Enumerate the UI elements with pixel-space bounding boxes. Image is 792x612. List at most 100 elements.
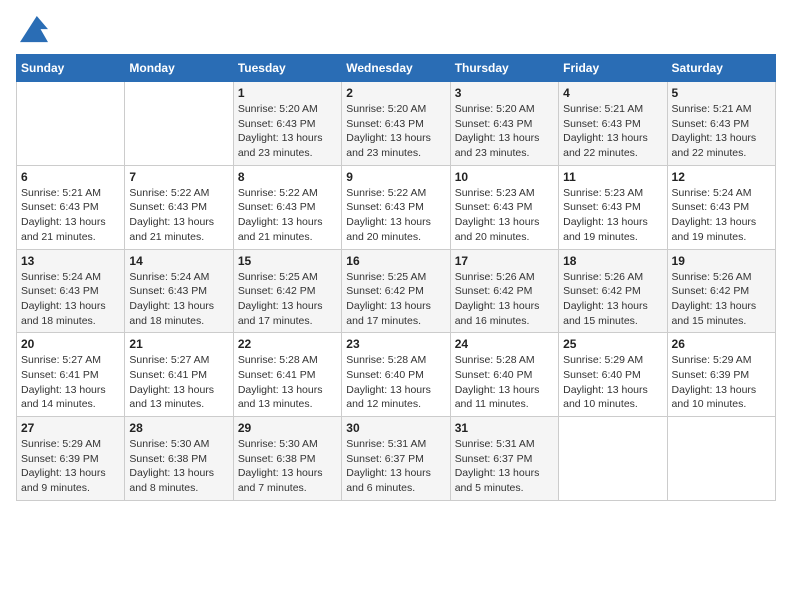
day-number: 26 <box>672 337 771 351</box>
day-header-friday: Friday <box>559 55 667 82</box>
calendar-cell <box>667 417 775 501</box>
day-header-tuesday: Tuesday <box>233 55 341 82</box>
calendar-cell: 3 Sunrise: 5:20 AMSunset: 6:43 PMDaylight… <box>450 82 558 166</box>
day-number: 7 <box>129 170 228 184</box>
calendar-cell: 23 Sunrise: 5:28 AMSunset: 6:40 PMDayligh… <box>342 333 450 417</box>
day-number: 8 <box>238 170 337 184</box>
calendar-cell: 21 Sunrise: 5:27 AMSunset: 6:41 PMDayligh… <box>125 333 233 417</box>
day-number: 30 <box>346 421 445 435</box>
calendar-cell <box>17 82 125 166</box>
day-number: 20 <box>21 337 120 351</box>
day-header-sunday: Sunday <box>17 55 125 82</box>
calendar-cell: 10 Sunrise: 5:23 AMSunset: 6:43 PMDayligh… <box>450 165 558 249</box>
day-info: Sunrise: 5:28 AMSunset: 6:40 PMDaylight:… <box>346 353 445 412</box>
week-row-2: 6 Sunrise: 5:21 AMSunset: 6:43 PMDaylight… <box>17 165 776 249</box>
day-number: 4 <box>563 86 662 100</box>
calendar-table: SundayMondayTuesdayWednesdayThursdayFrid… <box>16 54 776 501</box>
day-number: 15 <box>238 254 337 268</box>
day-info: Sunrise: 5:27 AMSunset: 6:41 PMDaylight:… <box>21 353 120 412</box>
day-info: Sunrise: 5:29 AMSunset: 6:39 PMDaylight:… <box>672 353 771 412</box>
calendar-cell: 2 Sunrise: 5:20 AMSunset: 6:43 PMDaylight… <box>342 82 450 166</box>
day-header-saturday: Saturday <box>667 55 775 82</box>
day-info: Sunrise: 5:30 AMSunset: 6:38 PMDaylight:… <box>129 437 228 496</box>
day-number: 22 <box>238 337 337 351</box>
week-row-1: 1Sunrise: 5:20 AMSunset: 6:43 PMDaylight… <box>17 82 776 166</box>
day-number: 12 <box>672 170 771 184</box>
calendar-cell: 19 Sunrise: 5:26 AMSunset: 6:42 PMDayligh… <box>667 249 775 333</box>
day-info: Sunrise: 5:20 AMSunset: 6:43 PMDaylight:… <box>346 102 445 161</box>
day-info: Sunrise: 5:20 AMSunset: 6:43 PMDaylight:… <box>455 102 554 161</box>
calendar-cell: 30 Sunrise: 5:31 AMSunset: 6:37 PMDayligh… <box>342 417 450 501</box>
day-number: 23 <box>346 337 445 351</box>
day-number: 17 <box>455 254 554 268</box>
day-number: 28 <box>129 421 228 435</box>
calendar-cell: 26 Sunrise: 5:29 AMSunset: 6:39 PMDayligh… <box>667 333 775 417</box>
day-number: 19 <box>672 254 771 268</box>
day-number: 10 <box>455 170 554 184</box>
calendar-cell: 18 Sunrise: 5:26 AMSunset: 6:42 PMDayligh… <box>559 249 667 333</box>
day-number: 18 <box>563 254 662 268</box>
day-number: 3 <box>455 86 554 100</box>
calendar-cell: 29 Sunrise: 5:30 AMSunset: 6:38 PMDayligh… <box>233 417 341 501</box>
day-number: 14 <box>129 254 228 268</box>
logo-icon <box>20 16 48 44</box>
day-info: Sunrise: 5:31 AMSunset: 6:37 PMDaylight:… <box>346 437 445 496</box>
calendar-cell: 16 Sunrise: 5:25 AMSunset: 6:42 PMDayligh… <box>342 249 450 333</box>
day-number: 9 <box>346 170 445 184</box>
calendar-cell: 4 Sunrise: 5:21 AMSunset: 6:43 PMDaylight… <box>559 82 667 166</box>
day-info: Sunrise: 5:21 AMSunset: 6:43 PMDaylight:… <box>21 186 120 245</box>
day-info: Sunrise: 5:24 AMSunset: 6:43 PMDaylight:… <box>672 186 771 245</box>
day-number: 16 <box>346 254 445 268</box>
day-info: Sunrise: 5:23 AMSunset: 6:43 PMDaylight:… <box>455 186 554 245</box>
day-info: Sunrise: 5:26 AMSunset: 6:42 PMDaylight:… <box>563 270 662 329</box>
calendar-cell: 27 Sunrise: 5:29 AMSunset: 6:39 PMDayligh… <box>17 417 125 501</box>
day-number: 21 <box>129 337 228 351</box>
day-info: Sunrise: 5:20 AMSunset: 6:43 PMDaylight:… <box>238 102 337 161</box>
calendar-cell: 9 Sunrise: 5:22 AMSunset: 6:43 PMDaylight… <box>342 165 450 249</box>
day-info: Sunrise: 5:28 AMSunset: 6:41 PMDaylight:… <box>238 353 337 412</box>
day-info: Sunrise: 5:25 AMSunset: 6:42 PMDaylight:… <box>238 270 337 329</box>
days-header-row: SundayMondayTuesdayWednesdayThursdayFrid… <box>17 55 776 82</box>
logo <box>16 16 48 44</box>
calendar-cell: 11Sunrise: 5:23 AMSunset: 6:43 PMDayligh… <box>559 165 667 249</box>
day-info: Sunrise: 5:30 AMSunset: 6:38 PMDaylight:… <box>238 437 337 496</box>
calendar-cell: 8 Sunrise: 5:22 AMSunset: 6:43 PMDaylight… <box>233 165 341 249</box>
day-info: Sunrise: 5:22 AMSunset: 6:43 PMDaylight:… <box>346 186 445 245</box>
calendar-cell: 22 Sunrise: 5:28 AMSunset: 6:41 PMDayligh… <box>233 333 341 417</box>
calendar-cell: 1Sunrise: 5:20 AMSunset: 6:43 PMDaylight… <box>233 82 341 166</box>
week-row-4: 20 Sunrise: 5:27 AMSunset: 6:41 PMDayligh… <box>17 333 776 417</box>
calendar-cell: 14Sunrise: 5:24 AMSunset: 6:43 PMDayligh… <box>125 249 233 333</box>
day-info: Sunrise: 5:22 AMSunset: 6:43 PMDaylight:… <box>129 186 228 245</box>
day-number: 2 <box>346 86 445 100</box>
day-info: Sunrise: 5:21 AMSunset: 6:43 PMDaylight:… <box>563 102 662 161</box>
calendar-cell: 31 Sunrise: 5:31 AMSunset: 6:37 PMDayligh… <box>450 417 558 501</box>
calendar-cell <box>125 82 233 166</box>
day-number: 31 <box>455 421 554 435</box>
calendar-cell: 6 Sunrise: 5:21 AMSunset: 6:43 PMDaylight… <box>17 165 125 249</box>
day-number: 27 <box>21 421 120 435</box>
day-info: Sunrise: 5:27 AMSunset: 6:41 PMDaylight:… <box>129 353 228 412</box>
page-header <box>16 16 776 44</box>
day-number: 13 <box>21 254 120 268</box>
calendar-cell: 24Sunrise: 5:28 AMSunset: 6:40 PMDayligh… <box>450 333 558 417</box>
calendar-cell: 7 Sunrise: 5:22 AMSunset: 6:43 PMDaylight… <box>125 165 233 249</box>
week-row-5: 27 Sunrise: 5:29 AMSunset: 6:39 PMDayligh… <box>17 417 776 501</box>
calendar-cell: 5Sunrise: 5:21 AMSunset: 6:43 PMDaylight… <box>667 82 775 166</box>
calendar-cell: 13 Sunrise: 5:24 AMSunset: 6:43 PMDayligh… <box>17 249 125 333</box>
day-number: 6 <box>21 170 120 184</box>
day-number: 11 <box>563 170 662 184</box>
day-info: Sunrise: 5:31 AMSunset: 6:37 PMDaylight:… <box>455 437 554 496</box>
day-number: 24 <box>455 337 554 351</box>
week-row-3: 13 Sunrise: 5:24 AMSunset: 6:43 PMDayligh… <box>17 249 776 333</box>
calendar-cell: 20 Sunrise: 5:27 AMSunset: 6:41 PMDayligh… <box>17 333 125 417</box>
day-number: 29 <box>238 421 337 435</box>
day-info: Sunrise: 5:25 AMSunset: 6:42 PMDaylight:… <box>346 270 445 329</box>
day-info: Sunrise: 5:26 AMSunset: 6:42 PMDaylight:… <box>672 270 771 329</box>
day-info: Sunrise: 5:24 AMSunset: 6:43 PMDaylight:… <box>21 270 120 329</box>
calendar-cell: 28 Sunrise: 5:30 AMSunset: 6:38 PMDayligh… <box>125 417 233 501</box>
calendar-cell <box>559 417 667 501</box>
calendar-cell: 12 Sunrise: 5:24 AMSunset: 6:43 PMDayligh… <box>667 165 775 249</box>
day-info: Sunrise: 5:29 AMSunset: 6:40 PMDaylight:… <box>563 353 662 412</box>
day-info: Sunrise: 5:22 AMSunset: 6:43 PMDaylight:… <box>238 186 337 245</box>
day-info: Sunrise: 5:29 AMSunset: 6:39 PMDaylight:… <box>21 437 120 496</box>
